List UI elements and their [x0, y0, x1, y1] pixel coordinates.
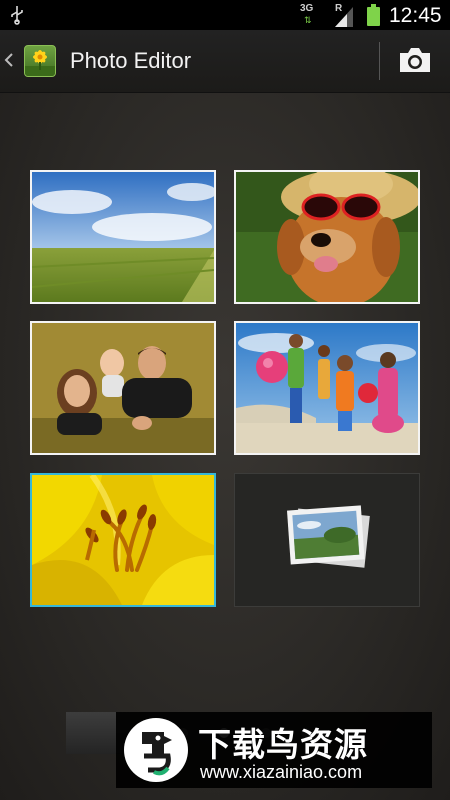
watermark-banner: 下载鸟资源 www.xiazainiao.com	[116, 712, 432, 788]
lily-thumbnail	[32, 475, 214, 605]
photo-stack-icon	[286, 505, 370, 568]
network-type-label: 3G	[300, 3, 314, 14]
photo-tile-landscape[interactable]	[30, 170, 216, 304]
status-bar: 3G ⇅ R 12:45	[0, 0, 450, 30]
dog-thumbnail	[236, 172, 418, 302]
photo-tile-family[interactable]	[30, 321, 216, 455]
beach-thumbnail	[236, 323, 418, 453]
gallery-area	[0, 93, 450, 800]
landscape-thumbnail	[32, 172, 214, 302]
battery-icon	[367, 4, 380, 26]
photo-tile-dog[interactable]	[234, 170, 420, 304]
bird-logo-icon	[124, 718, 188, 782]
data-arrows-icon: ⇅	[304, 15, 312, 25]
usb-icon	[11, 6, 23, 25]
action-bar: Photo Editor	[0, 30, 450, 93]
photo-tile-lily[interactable]	[30, 473, 216, 607]
page-title: Photo Editor	[70, 48, 192, 73]
watermark-url: www.xiazainiao.com	[200, 762, 363, 782]
watermark-title: 下载鸟资源	[198, 726, 368, 763]
clock: 12:45	[389, 4, 442, 27]
camera-button[interactable]	[380, 30, 450, 92]
add-photo-tile[interactable]	[234, 473, 420, 607]
app-icon[interactable]	[24, 45, 56, 77]
roaming-label: R	[335, 3, 343, 14]
photo-tile-beach[interactable]	[234, 321, 420, 455]
back-chevron-icon[interactable]	[4, 50, 14, 70]
camera-icon	[400, 48, 430, 72]
family-thumbnail	[32, 323, 214, 453]
